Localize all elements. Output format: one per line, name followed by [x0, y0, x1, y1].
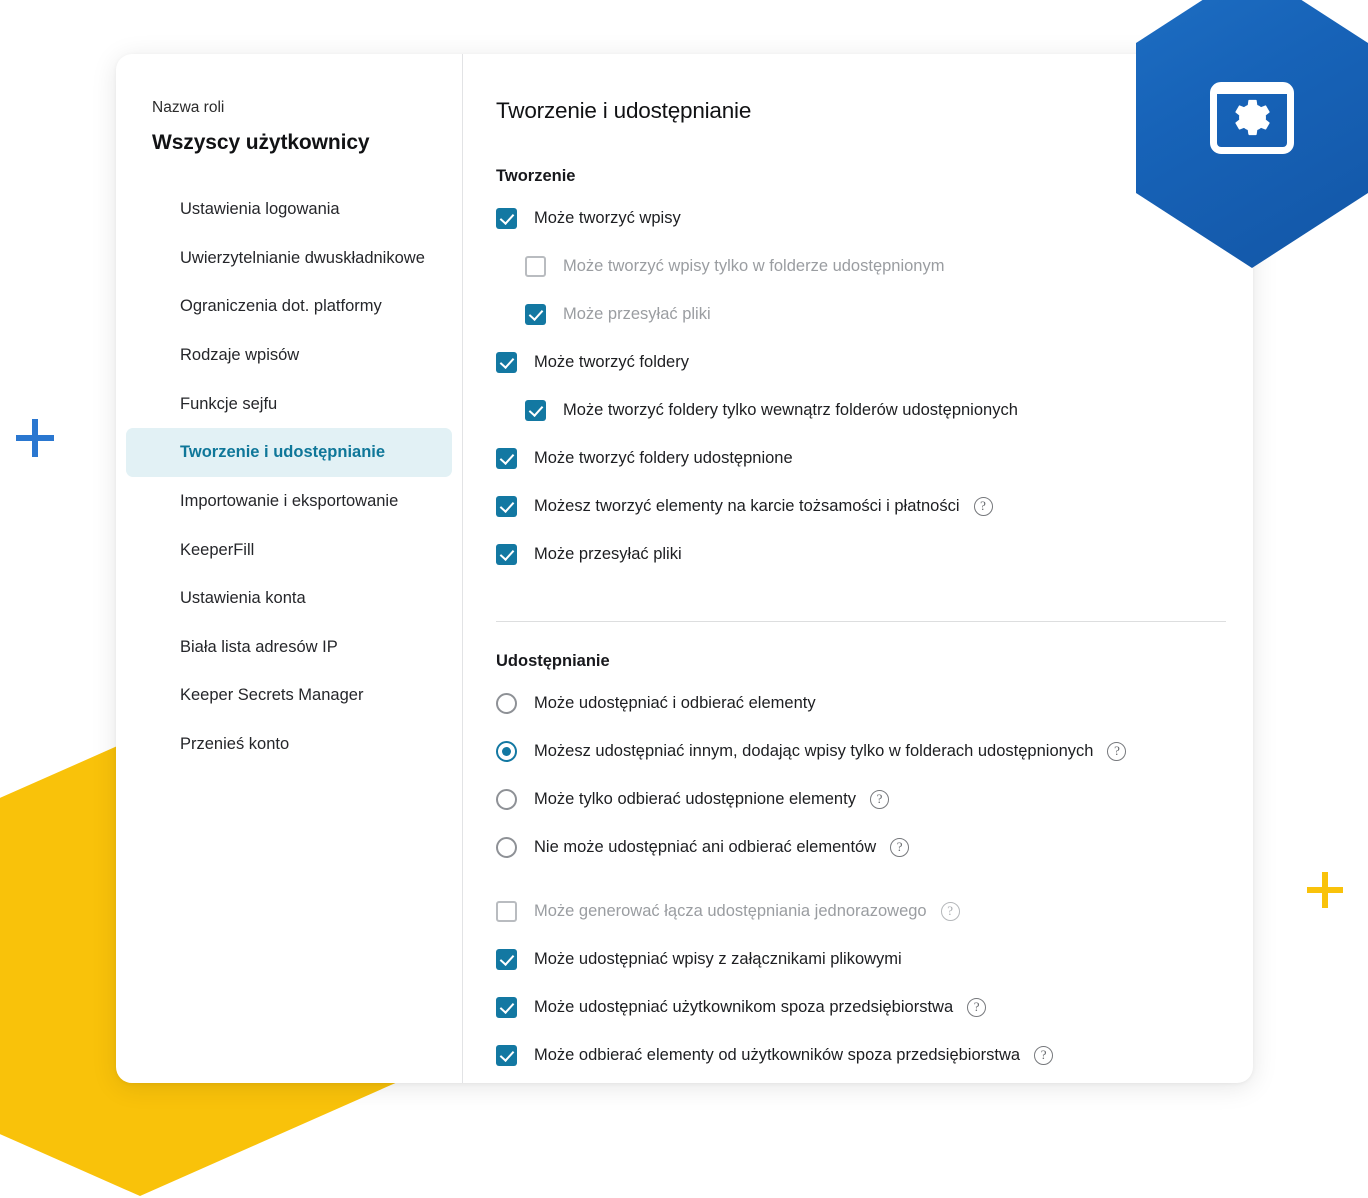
sidebar-item-5[interactable]: Tworzenie i udostępnianie: [126, 428, 452, 477]
checkbox-checked-icon[interactable]: [496, 495, 517, 517]
option-label: Możesz tworzyć elementy na karcie tożsam…: [534, 496, 960, 515]
sidebar-item-7[interactable]: KeeperFill: [126, 526, 452, 575]
option-row[interactable]: Może przesyłać pliki: [496, 530, 1253, 578]
sidebar-item-label: Funkcje sejfu: [180, 394, 278, 413]
option-row[interactable]: Może tworzyć foldery: [496, 338, 1253, 386]
window-gear-icon: [1210, 82, 1294, 154]
sidebar-item-label: Importowanie i eksportowanie: [180, 491, 399, 510]
role-label: Nazwa roli: [152, 99, 225, 116]
sidebar-item-label: Keeper Secrets Manager: [180, 686, 364, 705]
help-icon[interactable]: ?: [1034, 1045, 1054, 1065]
option-label: Może udostępniać użytkownikom spoza prze…: [534, 997, 954, 1016]
sidebar-item-label: Rodzaje wpisów: [180, 346, 300, 365]
radio-unselected-icon[interactable]: [496, 836, 517, 858]
creation-options-list: Może tworzyć wpisy Może tworzyć wpisy tyl…: [496, 194, 1253, 578]
option-label: Może udostępniać i odbierać elementy: [534, 693, 816, 712]
option-row[interactable]: Nie może udostępniać ani odbierać elemen…: [496, 823, 1253, 871]
sidebar-item-0[interactable]: Ustawienia logowania: [126, 185, 452, 234]
checkbox-checked-icon[interactable]: [496, 447, 517, 469]
help-icon[interactable]: ?: [1107, 741, 1127, 761]
option-row[interactable]: Może odbierać elementy od użytkowników s…: [496, 1031, 1253, 1079]
sidebar-item-1[interactable]: Uwierzytelnianie dwuskładnikowe: [126, 234, 452, 283]
checkbox-checked-icon[interactable]: [525, 399, 546, 421]
role-enforcement-card: Nazwa roli Wszyscy użytkownicy Ustawieni…: [116, 54, 1253, 1083]
option-row[interactable]: Może udostępniać użytkownikom spoza prze…: [496, 983, 1253, 1031]
checkbox-checked-icon[interactable]: [496, 948, 517, 970]
help-icon[interactable]: ?: [890, 837, 910, 857]
sidebar-item-10[interactable]: Keeper Secrets Manager: [126, 671, 452, 720]
option-row[interactable]: Może przesyłać pliki: [496, 290, 1253, 338]
content-panel: Tworzenie i udostępnianie Tworzenie Może…: [463, 54, 1253, 1083]
checkbox-checked-icon[interactable]: [496, 996, 517, 1018]
sharing-radio-group: Może udostępniać i odbierać elementy Może…: [496, 679, 1253, 871]
option-row[interactable]: Możesz tworzyć elementy na karcie tożsam…: [496, 482, 1253, 530]
radio-selected-icon[interactable]: [496, 740, 517, 762]
option-label: Może przesyłać pliki: [534, 544, 682, 563]
option-row[interactable]: Może udostępniać wpisy z załącznikami pl…: [496, 935, 1253, 983]
option-label: Nie może udostępniać ani odbierać elemen…: [534, 837, 877, 856]
sidebar-item-label: Uwierzytelnianie dwuskładnikowe: [180, 248, 425, 267]
blue-plus-decoration: [16, 419, 54, 457]
checkbox-unchecked-icon[interactable]: [496, 900, 517, 922]
sidebar-item-4[interactable]: Funkcje sejfu: [126, 380, 452, 429]
sidebar-nav: Ustawienia logowania Uwierzytelnianie dwu…: [116, 185, 462, 769]
option-label: Może tylko odbierać udostępnione element…: [534, 789, 856, 808]
option-label: Może odbierać elementy od użytkowników s…: [534, 1045, 1021, 1064]
sidebar-item-8[interactable]: Ustawienia konta: [126, 574, 452, 623]
help-icon[interactable]: ?: [967, 997, 987, 1017]
role-name: Wszyscy użytkownicy: [152, 131, 370, 155]
yellow-plus-decoration: [1307, 872, 1343, 908]
checkbox-checked-icon[interactable]: [525, 303, 546, 325]
option-row[interactable]: Może tworzyć wpisy: [496, 194, 1253, 242]
option-row[interactable]: Może udostępniać i odbierać elementy: [496, 679, 1253, 727]
radio-unselected-icon[interactable]: [496, 692, 517, 714]
sidebar-item-label: Tworzenie i udostępnianie: [180, 443, 386, 462]
sidebar-item-11[interactable]: Przenieś konto: [126, 720, 452, 769]
sidebar-item-6[interactable]: Importowanie i eksportowanie: [126, 477, 452, 526]
section-divider: [496, 621, 1226, 622]
sidebar-item-label: Ustawienia konta: [180, 589, 306, 608]
help-icon[interactable]: ?: [869, 789, 889, 809]
sidebar-item-label: KeeperFill: [180, 540, 255, 559]
sidebar-item-label: Przenieś konto: [180, 735, 290, 754]
sidebar-item-9[interactable]: Biała lista adresów IP: [126, 623, 452, 672]
sidebar-item-label: Biała lista adresów IP: [180, 637, 338, 656]
option-row[interactable]: Może tworzyć foldery tylko wewnątrz fold…: [496, 386, 1253, 434]
help-icon[interactable]: ?: [940, 901, 960, 921]
option-label: Może przesyłać pliki: [563, 304, 711, 323]
option-label: Może tworzyć wpisy: [534, 208, 681, 227]
checkbox-checked-icon[interactable]: [496, 207, 517, 229]
option-row[interactable]: Może tworzyć wpisy tylko w folderze udos…: [496, 242, 1253, 290]
checkbox-checked-icon[interactable]: [496, 1044, 517, 1066]
option-label: Może tworzyć foldery: [534, 352, 689, 371]
sharing-section-heading: Udostępnianie: [496, 652, 610, 670]
option-label: Możesz udostępniać innym, dodając wpisy …: [534, 741, 1094, 760]
sidebar-item-label: Ograniczenia dot. platformy: [180, 297, 382, 316]
sidebar-item-label: Ustawienia logowania: [180, 200, 340, 219]
option-label: Może udostępniać wpisy z załącznikami pl…: [534, 949, 902, 968]
sidebar-item-2[interactable]: Ograniczenia dot. platformy: [126, 282, 452, 331]
help-icon[interactable]: ?: [973, 496, 993, 516]
sidebar: Nazwa roli Wszyscy użytkownicy Ustawieni…: [116, 54, 463, 1083]
sidebar-item-3[interactable]: Rodzaje wpisów: [126, 331, 452, 380]
option-row[interactable]: Może tylko odbierać udostępnione element…: [496, 775, 1253, 823]
option-row[interactable]: Może generować łącza udostępniania jedno…: [496, 887, 1253, 935]
checkbox-unchecked-icon[interactable]: [525, 255, 546, 277]
checkbox-checked-icon[interactable]: [496, 351, 517, 373]
sharing-options-list: Może generować łącza udostępniania jedno…: [496, 887, 1253, 1079]
radio-unselected-icon[interactable]: [496, 788, 517, 810]
option-label: Może generować łącza udostępniania jedno…: [534, 901, 927, 920]
checkbox-checked-icon[interactable]: [496, 543, 517, 565]
option-label: Może tworzyć foldery udostępnione: [534, 448, 793, 467]
option-label: Może tworzyć foldery tylko wewnątrz fold…: [563, 400, 1018, 419]
option-row[interactable]: Możesz udostępniać innym, dodając wpisy …: [496, 727, 1253, 775]
option-row[interactable]: Może tworzyć foldery udostępnione: [496, 434, 1253, 482]
option-label: Może tworzyć wpisy tylko w folderze udos…: [563, 256, 945, 275]
